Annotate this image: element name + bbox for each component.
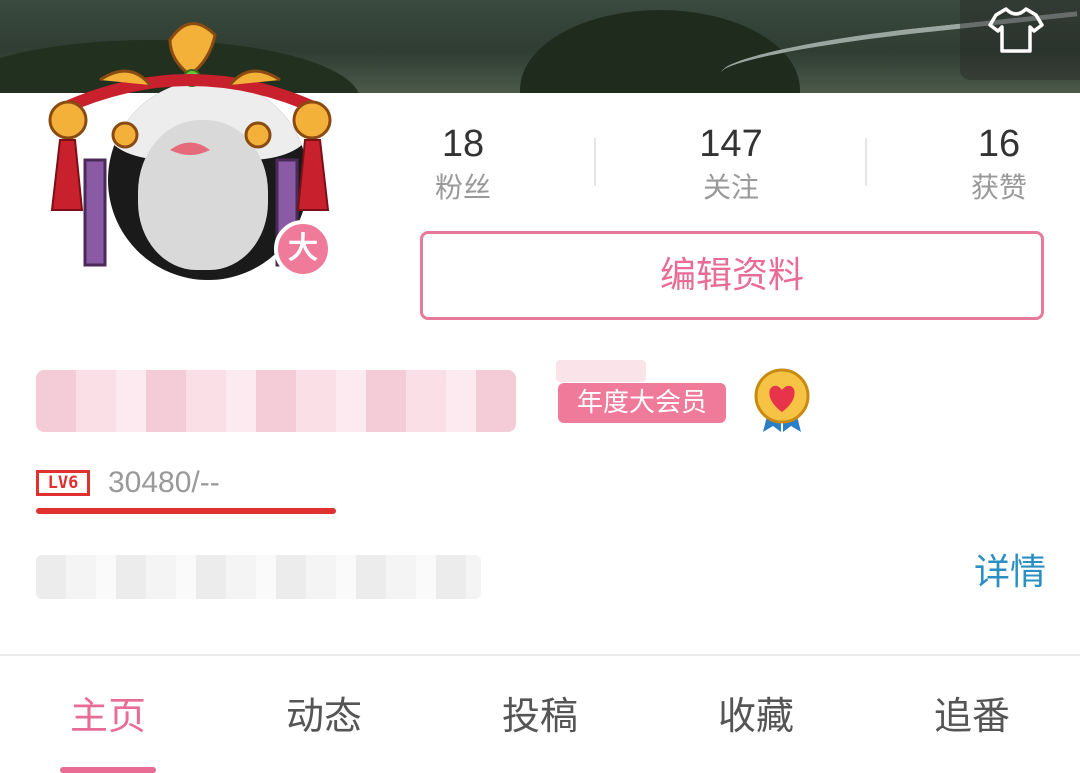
fans-label: 粉丝: [434, 171, 491, 204]
following-label: 关注: [702, 171, 759, 204]
shirt-icon: [988, 7, 1044, 53]
big-member-badge: 大: [274, 220, 332, 278]
exp-progress-fill: [36, 508, 336, 514]
profile-tabs: 主页 动态 投稿 收藏 追番: [0, 656, 1080, 773]
detail-link[interactable]: 详情: [974, 545, 1046, 601]
stat-likes[interactable]: 16 获赞: [929, 120, 1069, 208]
stats-row: 18 粉丝 147 关注 16 获赞: [400, 120, 1060, 210]
likes-count: 16: [977, 123, 1021, 165]
skin-button[interactable]: [960, 0, 1080, 80]
tab-dynamics[interactable]: 动态: [216, 686, 432, 746]
likes-label: 获赞: [970, 171, 1027, 204]
active-tab-indicator: [60, 767, 156, 773]
stat-divider: [865, 138, 867, 186]
stat-fans[interactable]: 18 粉丝: [393, 120, 533, 208]
tab-submissions[interactable]: 投稿: [432, 686, 648, 746]
signature-redacted: [36, 555, 481, 599]
fans-count: 18: [441, 123, 485, 165]
tab-favorites[interactable]: 收藏: [648, 686, 864, 746]
username-redacted[interactable]: [36, 370, 516, 432]
exp-progress-bar: [36, 508, 336, 514]
exp-text: 30480/--: [108, 466, 220, 499]
avatar-area[interactable]: 大: [40, 10, 340, 280]
stat-following[interactable]: 147 关注: [661, 120, 801, 208]
signature-row: 详情: [36, 545, 1046, 605]
level-badge: LV6: [36, 470, 90, 496]
tab-home[interactable]: 主页: [0, 686, 216, 746]
following-count: 147: [699, 123, 763, 165]
level-row: LV6 30480/--: [36, 462, 436, 522]
tab-bangumi[interactable]: 追番: [864, 686, 1080, 746]
stat-divider: [594, 138, 596, 186]
vip-badge[interactable]: 年度大会员: [558, 383, 726, 423]
username-row: 年度大会员: [36, 360, 836, 440]
edit-profile-button[interactable]: 编辑资料: [420, 231, 1044, 320]
heart-medal-icon[interactable]: [751, 368, 813, 434]
